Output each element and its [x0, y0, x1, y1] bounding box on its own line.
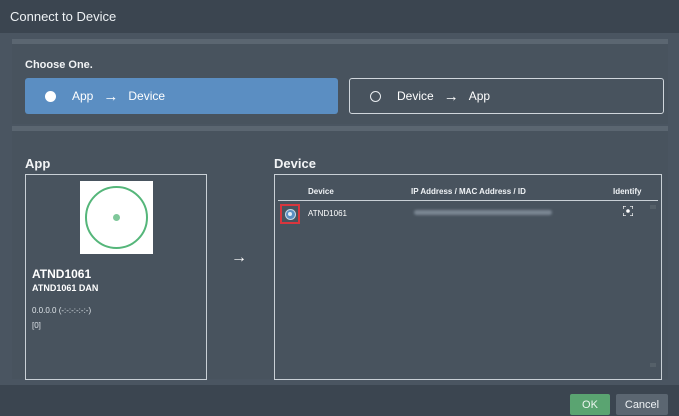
- app-dan-name: ATND1061 DAN: [32, 283, 99, 293]
- app-thumbnail: [80, 181, 153, 254]
- column-header-address: IP Address / MAC Address / ID: [411, 187, 526, 196]
- transfer-panel: App ATND1061 ATND1061 DAN 0.0.0.0 (-:-:-…: [12, 126, 668, 380]
- header-divider: [278, 200, 658, 201]
- device-name-cell: ATND1061: [308, 209, 347, 218]
- cancel-button[interactable]: Cancel: [616, 394, 668, 415]
- device-dot-icon: [113, 214, 120, 221]
- column-header-device: Device: [308, 187, 334, 196]
- app-id: [0]: [32, 321, 41, 330]
- device-select-radio[interactable]: [280, 204, 300, 224]
- radio-selected-icon: [45, 90, 56, 102]
- title-bar: Connect to Device: [0, 0, 679, 33]
- option-from-label: Device: [397, 89, 434, 103]
- option-to-label: App: [468, 89, 491, 103]
- mode-panel: Choose One. App → Device Device → App: [12, 39, 668, 124]
- app-section-title: App: [25, 156, 51, 171]
- app-device-name: ATND1061: [32, 267, 92, 281]
- arrow-right-icon: →: [443, 87, 459, 105]
- mode-option-app-to-device[interactable]: App → Device: [25, 78, 338, 114]
- ok-button[interactable]: OK: [570, 394, 610, 415]
- redacted-address: [414, 210, 552, 215]
- option-to-label: Device: [128, 89, 166, 103]
- app-card: ATND1061 ATND1061 DAN 0.0.0.0 (-:-:-:-:-…: [25, 174, 207, 380]
- app-address: 0.0.0.0 (-:-:-:-:-:-): [32, 306, 92, 315]
- scrollbar-down[interactable]: [650, 363, 656, 367]
- radio-unselected-icon: [370, 90, 381, 102]
- mode-option-device-to-app[interactable]: Device → App: [349, 78, 664, 114]
- device-section-title: Device: [274, 156, 316, 171]
- scrollbar-up[interactable]: [650, 205, 656, 209]
- radio-selected-icon: [284, 208, 296, 220]
- identify-icon[interactable]: [622, 205, 634, 219]
- transfer-arrow-icon: →: [231, 249, 247, 266]
- column-header-identify: Identify: [613, 187, 642, 196]
- device-list: Device IP Address / MAC Address / ID Ide…: [274, 174, 662, 380]
- mode-heading: Choose One.: [25, 59, 93, 71]
- option-from-label: App: [72, 89, 94, 103]
- arrow-right-icon: →: [103, 87, 119, 105]
- window-title: Connect to Device: [10, 9, 117, 24]
